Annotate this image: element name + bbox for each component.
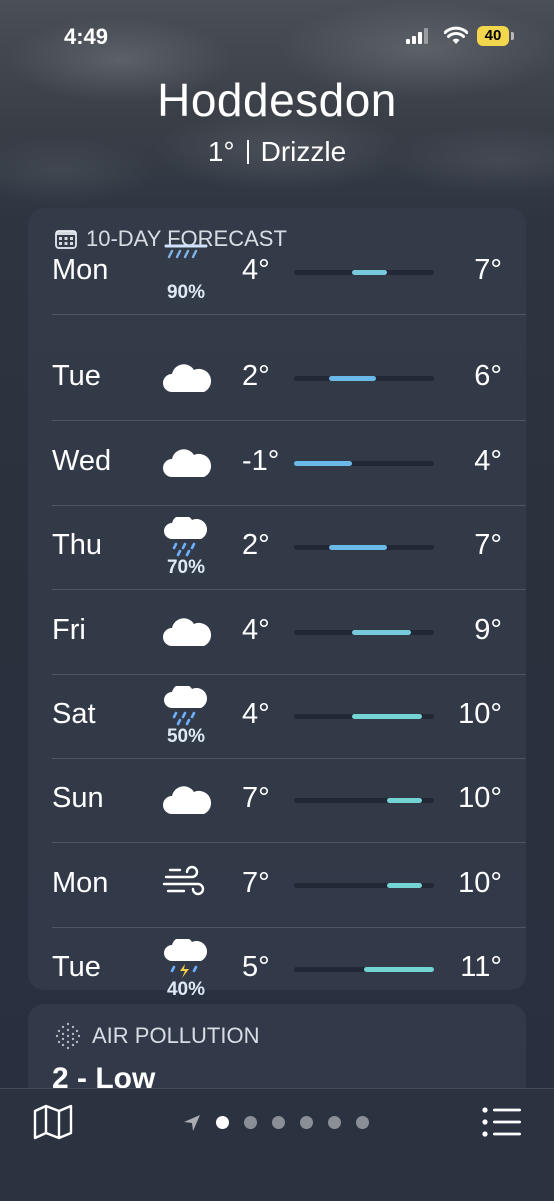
wind-icon xyxy=(162,865,205,895)
forecast-day: Mon xyxy=(52,254,109,286)
forecast-day: Sun xyxy=(52,782,104,815)
cloud-icon xyxy=(163,617,212,646)
temperature-range-fill xyxy=(352,270,388,275)
city-name: Hoddesdon xyxy=(157,74,397,126)
forecast-row[interactable]: Mon 90% 4° 7° xyxy=(28,244,526,336)
high-temperature: 10° xyxy=(458,866,502,899)
forecast-day: Wed xyxy=(52,444,112,477)
temperature-range-bar xyxy=(294,714,434,719)
temperature-range-bar xyxy=(294,376,434,382)
temperature-range-fill xyxy=(352,714,423,719)
high-temperature: 10° xyxy=(458,782,502,815)
forecast-row[interactable]: Tue 2° 6° xyxy=(28,336,526,420)
precipitation-chance: 90% xyxy=(166,282,206,303)
high-temperature: 11° xyxy=(460,951,502,984)
forecast-row[interactable]: Wed -1° 4° xyxy=(28,421,526,505)
temperature-range-fill xyxy=(329,545,388,551)
current-condition: Drizzle xyxy=(260,136,347,167)
forecast-row[interactable]: Sun 7° 10° xyxy=(28,758,526,842)
forecast-day: Tue xyxy=(52,360,101,393)
battery-cap xyxy=(511,32,514,40)
temperature-range-bar xyxy=(294,545,434,551)
high-temperature: 10° xyxy=(458,698,502,730)
temperature-range-bar xyxy=(294,798,434,804)
location-header: Hoddesdon 1° Drizzle xyxy=(0,72,554,170)
cloud-icon xyxy=(163,364,212,393)
air-pollution-title: AIR POLLUTION xyxy=(92,1023,260,1048)
map-icon[interactable] xyxy=(32,1103,74,1141)
page-indicator[interactable] xyxy=(216,1116,384,1129)
air-quality-icon xyxy=(55,1022,81,1050)
forecast-day: Fri xyxy=(52,613,86,646)
page-dot[interactable] xyxy=(356,1116,369,1129)
battery-indicator: 40 xyxy=(477,26,509,46)
cloud-icon xyxy=(163,786,212,815)
temperature-range-fill xyxy=(364,967,434,973)
location-arrow-icon[interactable] xyxy=(182,1113,202,1133)
high-temperature: 7° xyxy=(474,529,502,562)
forecast-day: Thu xyxy=(52,529,102,562)
temperature-range-bar xyxy=(294,270,434,275)
page-dot[interactable] xyxy=(300,1116,313,1129)
temperature-range-bar xyxy=(294,882,434,888)
page-dot[interactable] xyxy=(244,1116,257,1129)
precipitation-chance: 40% xyxy=(166,979,206,1001)
bottom-toolbar xyxy=(0,1088,554,1201)
forecast-row[interactable]: Fri 4° 9° xyxy=(28,590,526,674)
page-dot[interactable] xyxy=(328,1116,341,1129)
separator xyxy=(246,140,249,164)
page-dot[interactable] xyxy=(272,1116,285,1129)
precipitation-chance: 70% xyxy=(166,557,206,579)
forecast-day: Sat xyxy=(52,698,96,730)
list-icon[interactable] xyxy=(480,1105,522,1139)
page-dot[interactable] xyxy=(216,1116,229,1129)
cloud-rain-icon xyxy=(164,517,207,557)
forecast-row[interactable]: Mon 7° 10° xyxy=(28,843,526,927)
forecast-row[interactable]: Tue 40% 5° 11° xyxy=(28,927,526,1011)
drizzle-icon xyxy=(164,244,208,259)
temperature-range-fill xyxy=(294,460,353,466)
status-time: 4:49 xyxy=(64,24,109,49)
air-pollution-header: AIR POLLUTION xyxy=(54,1022,259,1050)
temperature-range-bar xyxy=(294,967,434,973)
high-temperature: 7° xyxy=(474,254,502,286)
forecast-day: Tue xyxy=(52,951,101,984)
current-temperature: 1° xyxy=(207,136,235,167)
ten-day-forecast-card[interactable]: 10-DAY FORECAST Mon 90% 4° 7° Tue 2° 6° Wed -1° 4… xyxy=(28,208,526,1000)
cellular-signal-icon xyxy=(406,28,432,44)
thunderstorm-icon xyxy=(164,939,207,979)
temperature-range-fill xyxy=(352,629,411,635)
forecast-row[interactable]: Sat 50% 4° 10° xyxy=(28,674,526,758)
temperature-range-bar xyxy=(294,460,434,466)
temperature-range-fill xyxy=(387,798,423,804)
precipitation-chance: 50% xyxy=(166,726,206,747)
cloud-icon xyxy=(163,449,212,477)
high-temperature: 4° xyxy=(474,444,502,477)
forecast-day: Mon xyxy=(52,866,109,899)
forecast-row[interactable]: Thu 70% 2° 7° xyxy=(28,505,526,589)
row-divider xyxy=(52,314,526,315)
calendar-icon xyxy=(55,230,77,249)
temperature-range-fill xyxy=(387,882,423,888)
high-temperature: 9° xyxy=(474,613,502,646)
high-temperature: 6° xyxy=(474,360,502,393)
status-bar: 4:49 40 xyxy=(0,22,554,52)
temperature-range-fill xyxy=(329,376,376,382)
wifi-icon xyxy=(444,26,468,44)
temperature-range-bar xyxy=(294,629,434,635)
cloud-rain-icon xyxy=(164,686,207,726)
current-conditions: 1° Drizzle xyxy=(0,134,554,170)
